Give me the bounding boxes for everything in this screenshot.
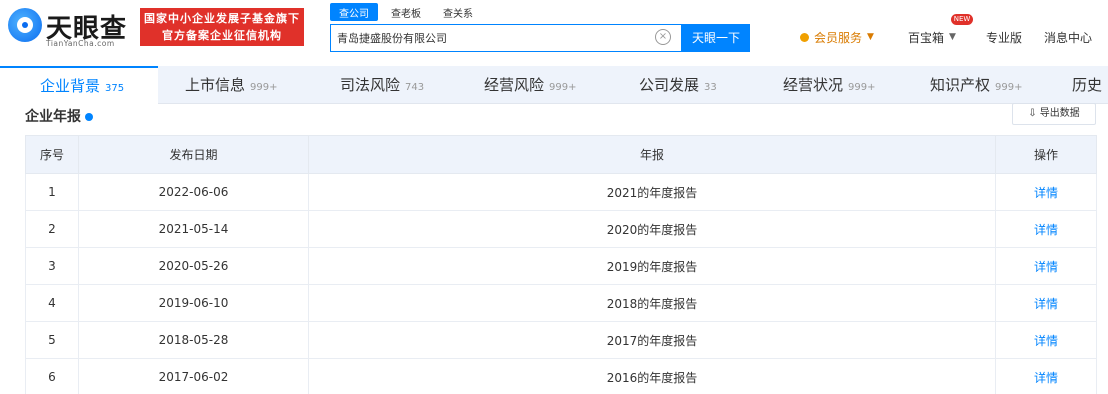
details-link[interactable]: 详情	[995, 358, 1097, 394]
tab-count: 33	[704, 82, 717, 93]
top-header: 天眼查 TianYanCha.com 国家中小企业发展子基金旗下 官方备案企业征…	[0, 0, 1108, 64]
promo-line-1: 国家中小企业发展子基金旗下	[144, 12, 300, 25]
section-title: 企业年报	[25, 106, 93, 126]
details-link[interactable]: 详情	[995, 247, 1097, 285]
export-label: 导出数据	[1039, 108, 1080, 119]
tab-label: 知识产权	[930, 76, 991, 94]
tab-label: 公司发展	[639, 76, 700, 94]
promo-line-2: 官方备案企业征信机构	[162, 29, 282, 42]
cell-index: 3	[25, 247, 79, 285]
toolbox-menu[interactable]: 百宝箱 ▼	[908, 28, 956, 46]
clear-icon[interactable]: ×	[655, 29, 671, 45]
tab-label: 历史	[1072, 76, 1103, 94]
tab-count: 743	[405, 82, 425, 93]
tab-label: 企业背景	[40, 77, 101, 95]
eye-logo-icon	[8, 8, 42, 42]
promo-banner[interactable]: 国家中小企业发展子基金旗下 官方备案企业征信机构	[140, 8, 304, 46]
table-row: 3 2020-05-26 2019的年度报告 详情	[25, 247, 1097, 285]
search-tab-boss[interactable]: 查老板	[382, 3, 430, 21]
chevron-down-icon: ▼	[867, 32, 874, 42]
cell-date: 2018-05-28	[78, 321, 309, 359]
tab-judicial-risk[interactable]: 司法风险 743	[340, 66, 424, 104]
tab-label: 上市信息	[185, 76, 246, 94]
cell-index: 1	[25, 173, 79, 211]
toolbox-label: 百宝箱	[908, 30, 945, 45]
tab-intellectual-property[interactable]: 知识产权 999+	[930, 66, 1022, 104]
table-header-row: 序号 发布日期 年报 操作	[25, 135, 1097, 174]
tab-operating-status[interactable]: 经营状况 999+	[783, 66, 875, 104]
search-tab-company[interactable]: 查公司	[330, 3, 378, 21]
details-link[interactable]: 详情	[995, 321, 1097, 359]
cell-index: 5	[25, 321, 79, 359]
details-link[interactable]: 详情	[995, 284, 1097, 322]
tab-enterprise-background[interactable]: 企业背景 375	[0, 66, 158, 104]
table-row: 2 2021-05-14 2020的年度报告 详情	[25, 210, 1097, 248]
table-row: 4 2019-06-10 2018的年度报告 详情	[25, 284, 1097, 322]
logo-domain: TianYanCha.com	[46, 39, 115, 48]
cell-date: 2021-05-14	[78, 210, 309, 248]
cell-index: 6	[25, 358, 79, 394]
download-icon: ⇩	[1028, 108, 1040, 119]
cell-index: 2	[25, 210, 79, 248]
tab-label: 经营风险	[484, 76, 545, 94]
cell-index: 4	[25, 284, 79, 322]
table-row: 5 2018-05-28 2017的年度报告 详情	[25, 321, 1097, 359]
info-icon[interactable]	[85, 113, 93, 121]
annual-report-table: 序号 发布日期 年报 操作 1 2022-06-06 2021的年度报告 详情 …	[25, 135, 1097, 394]
tab-count: 999+	[995, 82, 1023, 93]
header-date: 发布日期	[78, 135, 309, 174]
export-data-button[interactable]: ⇩ 导出数据	[1012, 103, 1096, 125]
search-type-tabs: 查公司 查老板 查关系	[330, 3, 482, 21]
cell-report: 2018的年度报告	[308, 284, 996, 322]
cell-report: 2016的年度报告	[308, 358, 996, 394]
tab-listing-info[interactable]: 上市信息 999+	[185, 66, 277, 104]
header-action: 操作	[995, 135, 1097, 174]
vip-label: 会员服务	[814, 30, 863, 45]
tab-label: 司法风险	[340, 76, 401, 94]
tab-count: 999+	[848, 82, 876, 93]
section-title-text: 企业年报	[25, 109, 81, 125]
logo[interactable]: 天眼查 TianYanCha.com	[8, 6, 132, 48]
tab-history[interactable]: 历史	[1072, 66, 1102, 104]
tab-count: 999+	[549, 82, 577, 93]
message-center-link[interactable]: 消息中心	[1044, 28, 1092, 46]
cell-report: 2017的年度报告	[308, 321, 996, 359]
cell-report: 2019的年度报告	[308, 247, 996, 285]
search-tab-relation[interactable]: 查关系	[434, 3, 482, 21]
header-index: 序号	[25, 135, 79, 174]
pro-version-link[interactable]: 专业版	[986, 28, 1022, 46]
new-badge: NEW	[951, 14, 973, 25]
cell-date: 2017-06-02	[78, 358, 309, 394]
cell-report: 2020的年度报告	[308, 210, 996, 248]
chevron-down-icon: ▼	[949, 32, 956, 42]
tab-count: 999+	[250, 82, 278, 93]
table-row: 6 2017-06-02 2016的年度报告 详情	[25, 358, 1097, 394]
cell-date: 2019-06-10	[78, 284, 309, 322]
cell-date: 2020-05-26	[78, 247, 309, 285]
vip-service-menu[interactable]: 会员服务 ▼	[800, 28, 874, 46]
tab-label: 经营状况	[783, 76, 844, 94]
tab-operating-risk[interactable]: 经营风险 999+	[484, 66, 576, 104]
tab-company-development[interactable]: 公司发展 33	[639, 66, 717, 104]
details-link[interactable]: 详情	[995, 173, 1097, 211]
details-link[interactable]: 详情	[995, 210, 1097, 248]
cell-date: 2022-06-06	[78, 173, 309, 211]
table-row: 1 2022-06-06 2021的年度报告 详情	[25, 173, 1097, 211]
tab-count: 375	[105, 83, 125, 94]
header-report: 年报	[308, 135, 996, 174]
category-tabs: 企业背景 375 上市信息 999+ 司法风险 743 经营风险 999+ 公司发展 33…	[0, 66, 1108, 104]
search-input[interactable]: 青岛捷盛股份有限公司	[330, 24, 682, 52]
search-area: 查公司 查老板 查关系 青岛捷盛股份有限公司 × 天眼一下	[330, 3, 750, 52]
search-button[interactable]: 天眼一下	[682, 24, 750, 52]
crown-icon	[800, 32, 809, 42]
cell-report: 2021的年度报告	[308, 173, 996, 211]
